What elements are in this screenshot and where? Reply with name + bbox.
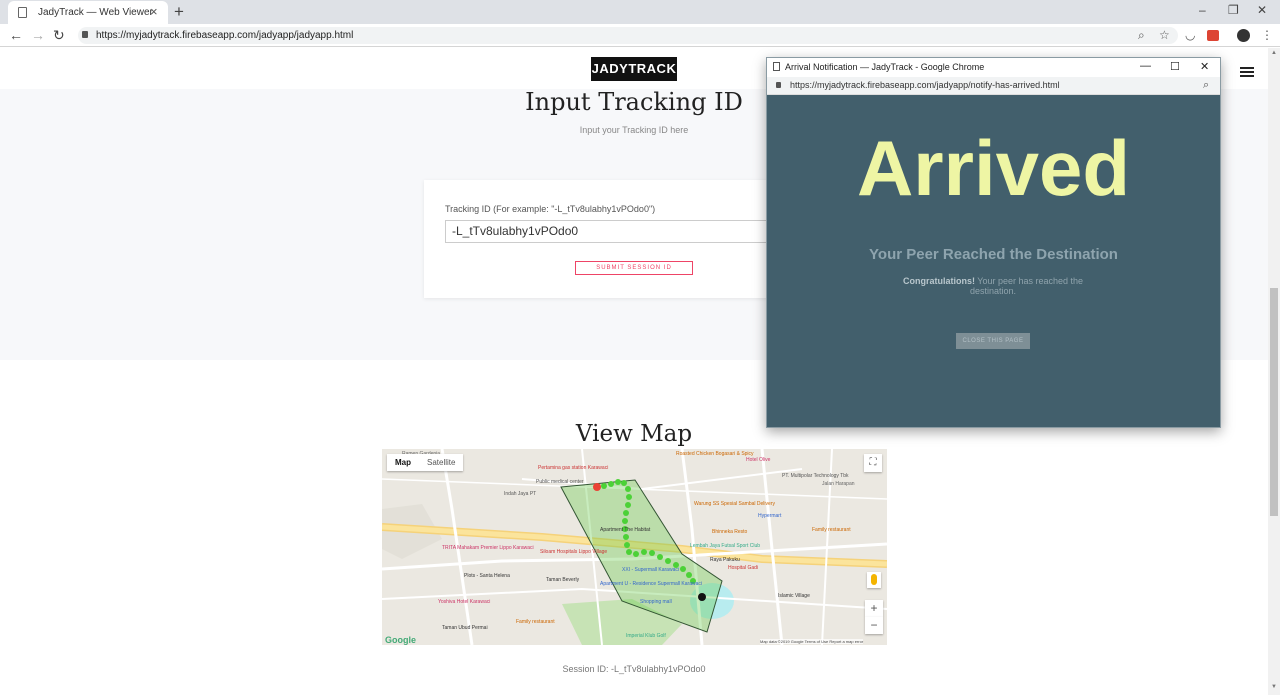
extension-icon[interactable] <box>1207 30 1219 41</box>
arrived-heading: Arrived <box>856 124 1131 212</box>
minimize-icon[interactable]: – <box>1199 3 1206 17</box>
window-close-icon[interactable]: ✕ <box>1257 3 1267 17</box>
map-label: Imperial Klub Golf <box>626 633 666 639</box>
tracking-id-label: Tracking ID (For example: "-L_tTv8ulabhy… <box>445 204 656 214</box>
map-label: Hospital Gadi <box>728 565 759 571</box>
forward-icon[interactable]: → <box>31 27 45 43</box>
page-scrollbar[interactable]: ▲ ▼ <box>1268 48 1280 695</box>
map-label: Hotel Olive <box>746 457 771 463</box>
google-map[interactable]: Ramen Gardenia Pertamina gas station Kar… <box>382 449 887 645</box>
map-label: Jalan Harapan <box>822 481 855 487</box>
new-tab-icon[interactable]: + <box>174 2 184 22</box>
scroll-up-icon[interactable]: ▲ <box>1271 50 1277 56</box>
scrollbar-thumb[interactable] <box>1270 288 1278 516</box>
map-label: Apartment The Habitat <box>600 527 651 533</box>
map-label: Apartment U - Residence Supermall Karawa… <box>600 581 702 587</box>
map-label: Bhinneka Resto <box>712 529 748 535</box>
profile-avatar[interactable] <box>1237 29 1250 42</box>
menu-dots-icon[interactable]: ⋮ <box>1261 28 1273 42</box>
map-label: Hypermart <box>758 513 782 519</box>
popup-address-bar[interactable]: https://myjadytrack.firebaseapp.com/jady… <box>767 77 1220 95</box>
map-attribution[interactable]: Map data ©2019 Google Terms of Use Repor… <box>760 639 864 644</box>
pocket-icon[interactable]: ◡ <box>1185 28 1195 42</box>
map-label: TRITA Mahakam Premier Lippo Karawaci <box>442 545 534 551</box>
tracking-id-input[interactable]: -L_tTv8ulabhy1vPOdo0 <box>445 220 775 243</box>
map-label: Family restaurant <box>812 527 851 533</box>
zoom-icon[interactable]: ⌕ <box>1203 79 1209 92</box>
map-type-map-button[interactable]: Map <box>387 454 419 471</box>
map-label: Lembah Jaya Futsal Sport Club <box>690 543 761 549</box>
popup-maximize-icon[interactable]: ☐ <box>1170 60 1180 73</box>
browser-tab[interactable]: JadyTrack — Web Viewer × <box>8 1 168 24</box>
map-label: Shopping mall <box>640 599 672 605</box>
page-subtitle: Input your Tracking ID here <box>579 125 689 135</box>
map-label: Indah Jaya PT <box>504 491 537 497</box>
popup-window-title: Arrival Notification — JadyTrack - Googl… <box>785 62 985 72</box>
submit-session-button[interactable]: SUBMIT SESSION ID <box>575 261 693 275</box>
congrats-bold: Congratulations! <box>902 276 975 286</box>
page-icon <box>18 7 27 18</box>
bookmark-star-icon[interactable]: ☆ <box>1159 28 1170 42</box>
lock-icon <box>776 82 781 88</box>
browser-toolbar: ← → ↻ https://myjadytrack.firebaseapp.co… <box>0 24 1280 47</box>
map-label: Public medical center <box>536 479 584 485</box>
street-view-pegman-icon[interactable] <box>867 572 881 588</box>
zoom-in-button[interactable]: + <box>865 600 883 617</box>
back-icon[interactable]: ← <box>9 27 23 43</box>
popup-minimize-icon[interactable]: — <box>1140 60 1151 72</box>
map-label: Taman Ubud Permai <box>442 625 488 631</box>
zoom-icon[interactable]: ⌕ <box>1138 28 1145 43</box>
map-type-control: Map Satellite <box>387 454 464 471</box>
map-label: Raya Pakuku <box>710 557 740 563</box>
map-label: Islamic Village <box>778 593 810 599</box>
map-label: Taman Beverly <box>546 577 580 583</box>
map-label: Family restaurant <box>516 619 555 625</box>
popup-url-text: https://myjadytrack.firebaseapp.com/jady… <box>790 80 1060 90</box>
tab-title: JadyTrack — Web Viewer <box>38 7 153 18</box>
map-type-satellite-button[interactable]: Satellite <box>419 454 463 471</box>
congrats-rest: Your peer has reached the destination. <box>969 276 1084 296</box>
map-label: Roasted Chicken Bogasari & Spicy <box>676 451 754 457</box>
close-page-button[interactable]: CLOSE THIS PAGE <box>956 333 1030 349</box>
scroll-down-icon[interactable]: ▼ <box>1271 684 1277 690</box>
fullscreen-icon[interactable]: ⛶ <box>864 454 882 472</box>
tab-bar: JadyTrack — Web Viewer × + – ❐ ✕ <box>0 0 1280 24</box>
map-label: PT. Multipolar Technology Tbk <box>782 473 849 479</box>
url-text: https://myjadytrack.firebaseapp.com/jady… <box>96 30 354 41</box>
lock-icon <box>82 31 88 38</box>
session-id-text: Session ID: -L_tTv8ulabhy1vPOdo0 <box>562 664 706 674</box>
map-label: Siloam Hospitals Lippo Village <box>540 549 608 555</box>
restore-icon[interactable]: ❐ <box>1228 3 1239 17</box>
congratulations-text: Congratulations! Your peer has reached t… <box>893 276 1093 296</box>
arrival-notification-window: Arrival Notification — JadyTrack - Googl… <box>766 57 1221 428</box>
zoom-out-button[interactable]: − <box>865 617 883 634</box>
map-label: XXI - Supermall Karawaci <box>622 567 679 573</box>
page-title: Input Tracking ID <box>525 88 743 116</box>
site-logo[interactable]: JADYTRACK <box>591 57 677 81</box>
tab-close-icon[interactable]: × <box>150 4 158 19</box>
reload-icon[interactable]: ↻ <box>53 27 65 44</box>
popup-titlebar[interactable]: Arrival Notification — JadyTrack - Googl… <box>767 58 1220 77</box>
tracking-form-card: Tracking ID (For example: "-L_tTv8ulabhy… <box>424 180 775 298</box>
map-label: Warung SS Spesial Sambal Delivery <box>694 501 775 507</box>
map-label: Plots - Santa Helena <box>464 573 510 579</box>
map-label: Pertamina gas station Karawaci <box>538 465 609 471</box>
map-label: Yoshiva Hotel Karawaci <box>438 599 491 605</box>
destination-heading: Your Peer Reached the Destination <box>869 246 1118 263</box>
google-logo: Google <box>385 635 416 645</box>
page-icon <box>773 62 780 71</box>
address-bar[interactable]: https://myjadytrack.firebaseapp.com/jady… <box>78 27 1178 44</box>
popup-close-icon[interactable]: ✕ <box>1200 60 1209 73</box>
hamburger-menu-icon[interactable] <box>1240 67 1254 79</box>
map-title: View Map <box>575 421 693 447</box>
